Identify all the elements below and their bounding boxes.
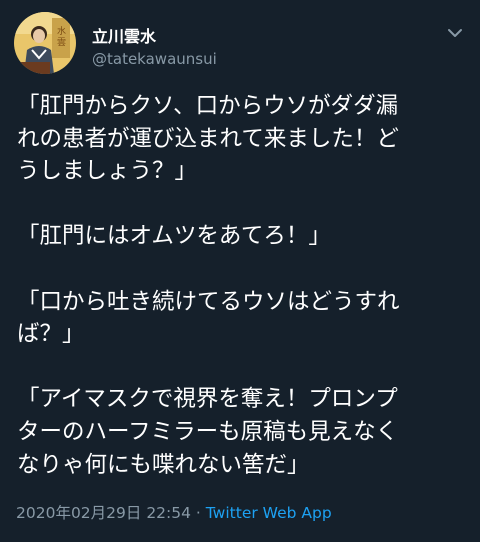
tweet-text-line: 「肛門からクソ、口からウソがダダ漏	[17, 93, 399, 119]
svg-text:雲: 雲	[57, 37, 66, 48]
tweet: 水 雲 立川雲水 @tatekawaunsui 「肛門からクソ、口からウソがダダ…	[0, 0, 480, 542]
tweet-text-line: 「肛門にはオムツをあてろ！」	[17, 223, 331, 250]
tweet-text-line: うしましょう？」	[17, 158, 198, 185]
display-name[interactable]: 立川雲水	[92, 23, 156, 47]
user-handle[interactable]: @tatekawaunsui	[92, 50, 217, 68]
tweet-header: 水 雲 立川雲水 @tatekawaunsui	[14, 12, 466, 76]
tweet-text: 「肛門からクソ、口からウソがダダ漏 れの患者が運び込まれて来ました！ど うしましょう…	[17, 90, 473, 481]
tweet-text-line: なりゃ何にも喋れない筈だ」	[17, 451, 310, 478]
avatar-portrait-icon: 水 雲	[14, 12, 76, 74]
tweet-text-line: 「アイマスクで視界を奪え！プロンプ	[17, 386, 398, 413]
tweet-timestamp[interactable]: 2020年02月29日 22:54	[16, 504, 191, 522]
tweet-source-link[interactable]: Twitter Web App	[206, 504, 332, 522]
tweet-text-line: 「口から吐き続けてるウソはどうすれ	[17, 288, 400, 315]
tweet-text-line: ば？」	[17, 321, 85, 348]
svg-text:水: 水	[57, 25, 66, 37]
meta-separator: ·	[191, 504, 206, 522]
tweet-text-line: ターのハーフミラーも原稿も見えなく	[17, 418, 399, 445]
tweet-text-line: れの患者が運び込まれて来ました！ど	[17, 125, 399, 152]
avatar[interactable]: 水 雲	[14, 12, 76, 74]
chevron-down-icon[interactable]	[444, 22, 466, 44]
tweet-meta: 2020年02月29日 22:54 · Twitter Web App	[16, 501, 332, 523]
